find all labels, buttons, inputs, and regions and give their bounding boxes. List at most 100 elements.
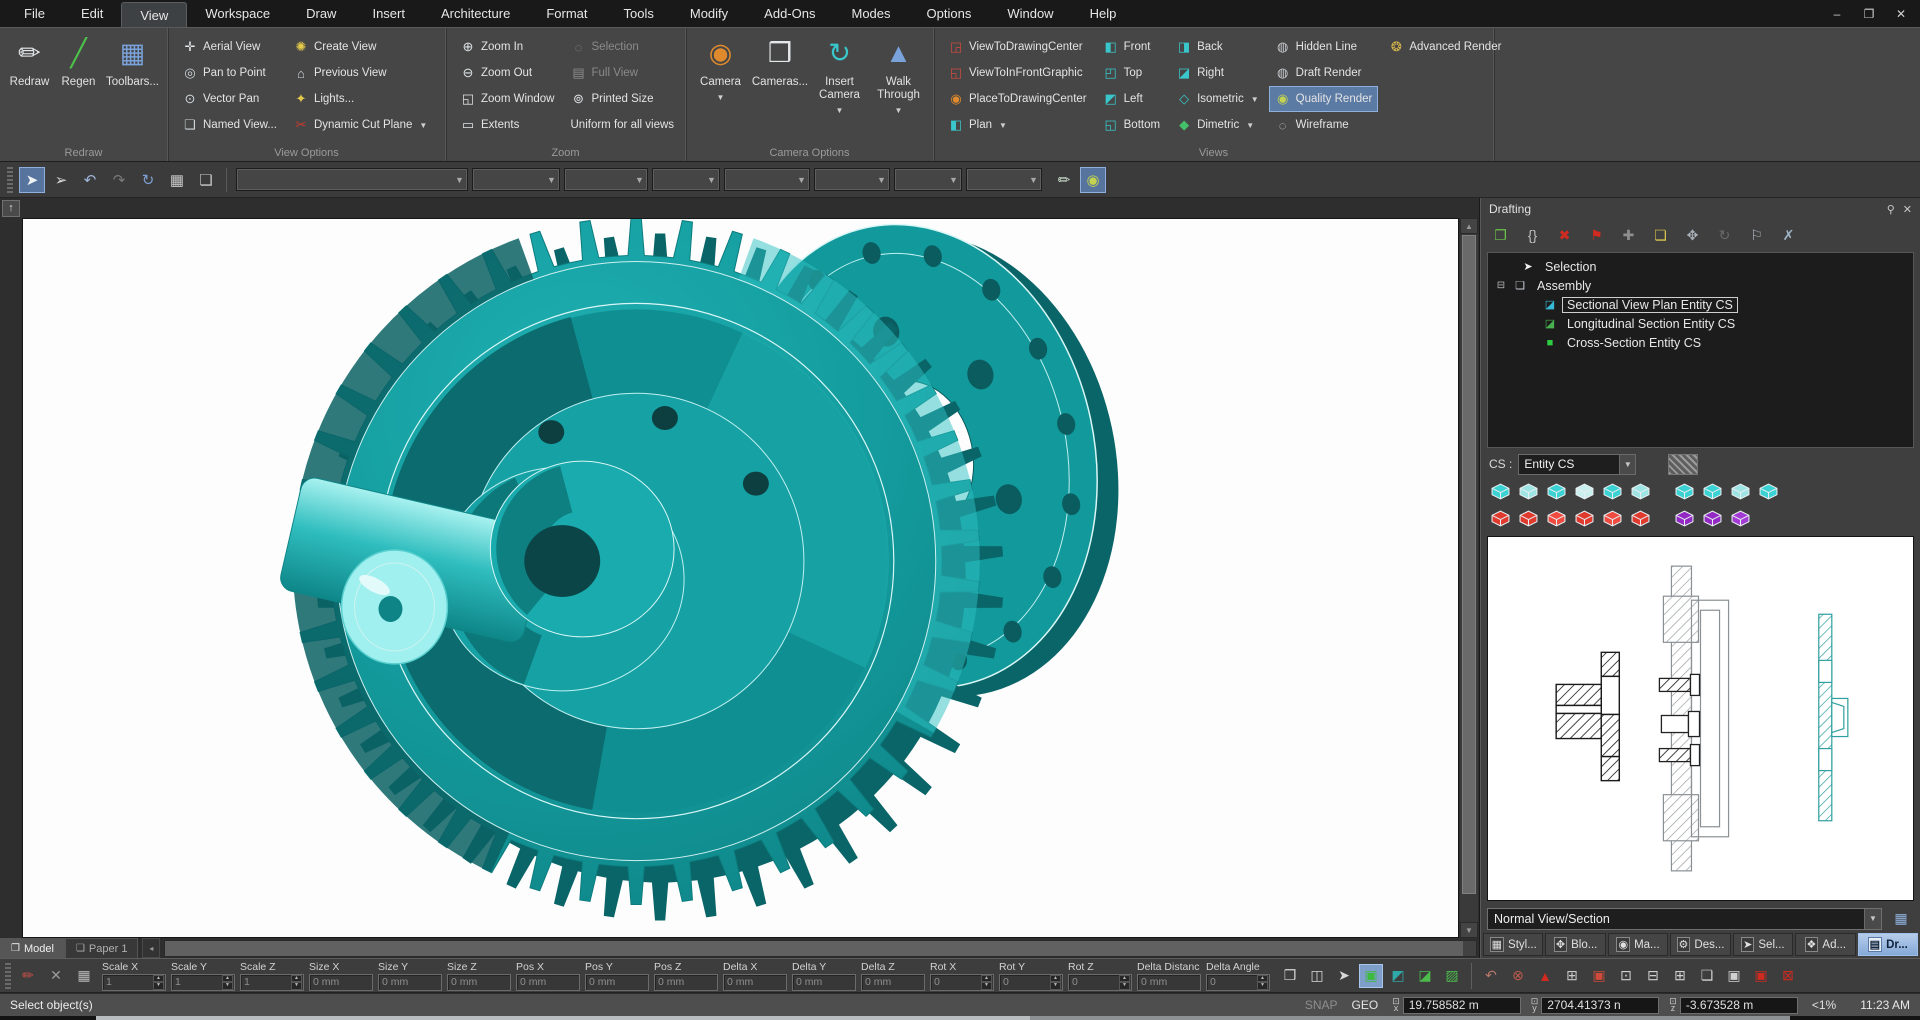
ribbon-button[interactable]: ❒ Cameras... ▼ xyxy=(753,32,807,145)
panel-tab[interactable]: ❖ Ad... xyxy=(1795,933,1855,956)
snap-tool-button[interactable]: ⊞ xyxy=(1560,964,1584,988)
ribbon-item[interactable]: ◎ Pan to Point ▼ xyxy=(176,60,283,86)
ribbon-item[interactable]: Uniform for all views ▼ xyxy=(565,112,681,138)
ribbon-button[interactable]: ↻ Insert Camera ▼ xyxy=(813,32,866,145)
command-prompt[interactable]: Select object(s) xyxy=(10,998,93,1012)
horizontal-scrollbar[interactable] xyxy=(164,940,1477,957)
ribbon-item[interactable]: ▭ Extents ▼ xyxy=(454,112,561,138)
snap-tool-button[interactable]: ◪ xyxy=(1413,964,1437,988)
ribbon-item[interactable]: ⊕ Zoom In ▼ xyxy=(454,34,561,60)
menu-item[interactable]: Draw xyxy=(288,0,354,27)
combo-box[interactable]: ▼ xyxy=(966,168,1042,191)
spinner[interactable]: ▲▼ xyxy=(1257,975,1268,990)
close-icon[interactable]: ✕ xyxy=(1903,203,1912,216)
cs-cube-button[interactable] xyxy=(1699,507,1725,531)
ribbon-item[interactable]: ▤ Full View ▼ xyxy=(565,60,681,86)
ribbon-item[interactable]: ⊚ Printed Size ▼ xyxy=(565,86,681,112)
cs-cube-button[interactable] xyxy=(1571,480,1597,504)
panel-tab[interactable]: ▦ Styl... xyxy=(1483,933,1543,956)
snap-tool-button[interactable]: ⊞ xyxy=(1668,964,1692,988)
cs-cube-button[interactable] xyxy=(1627,507,1653,531)
toolbar-icon-button[interactable]: ↷ xyxy=(106,167,132,193)
menu-item[interactable]: Workspace xyxy=(187,0,288,27)
panel-tool-button[interactable]: ✗ xyxy=(1775,223,1802,247)
tree-item[interactable]: ◪ Sectional View Plan Entity CS xyxy=(1488,295,1913,314)
spinner[interactable]: ▲▼ xyxy=(1119,975,1130,990)
cs-cube-button[interactable] xyxy=(1487,480,1513,504)
snap-tool-button[interactable] xyxy=(1471,963,1472,989)
snap-tool-button[interactable]: ▨ xyxy=(1440,964,1464,988)
field-input[interactable]: 0 mm ▲▼ xyxy=(792,974,856,991)
ribbon-item[interactable]: ◱ Zoom Window ▼ xyxy=(454,86,561,112)
menu-item[interactable]: Modify xyxy=(672,0,746,27)
panel-tool-button[interactable]: ✚ xyxy=(1615,223,1642,247)
panel-tab[interactable]: ➤ Sel... xyxy=(1733,933,1793,956)
combo-box[interactable]: ▼ xyxy=(564,168,648,191)
menu-item[interactable]: Tools xyxy=(606,0,672,27)
ribbon-item[interactable]: ◧ Front ▼ xyxy=(1097,34,1166,60)
ribbon-item[interactable]: ⌂ Previous View ▼ xyxy=(287,60,433,86)
spinner[interactable]: ▲▼ xyxy=(981,975,992,990)
sheet-tab[interactable]: ❒ Model xyxy=(0,938,65,958)
ribbon-item[interactable]: ◰ Top ▼ xyxy=(1097,60,1166,86)
ribbon-button[interactable]: ▦ Toolbars... ▼ xyxy=(106,32,159,145)
ribbon-button[interactable]: ▲ Walk Through ▼ xyxy=(872,32,925,145)
ribbon-item[interactable]: ✺ Create View ▼ xyxy=(287,34,433,60)
panel-tool-button[interactable]: ⚑ xyxy=(1583,223,1610,247)
ribbon-item[interactable]: ◍ Draft Render ▼ xyxy=(1269,60,1379,86)
field-input[interactable]: 0 mm ▲▼ xyxy=(585,974,649,991)
toolbar-grip[interactable] xyxy=(7,167,13,193)
ribbon-item[interactable]: ✂ Dynamic Cut Plane ▼ xyxy=(287,112,433,138)
combo-box[interactable]: ▼ xyxy=(472,168,560,191)
toolbar-icon-button[interactable]: ◉ xyxy=(1080,167,1106,193)
cs-cube-button[interactable] xyxy=(1699,480,1725,504)
toolbar-icon-button[interactable]: ▦ xyxy=(164,167,190,193)
ribbon-item[interactable]: ◌ Selection ▼ xyxy=(565,34,681,60)
ribbon-item[interactable]: ⊖ Zoom Out ▼ xyxy=(454,60,561,86)
ribbon-item[interactable]: ✦ Lights... ▼ xyxy=(287,86,433,112)
ribbon-item[interactable]: ◍ Hidden Line ▼ xyxy=(1269,34,1379,60)
snap-tool-button[interactable]: ⊗ xyxy=(1506,964,1530,988)
menu-item[interactable]: File xyxy=(6,0,63,27)
properties-icon-button[interactable]: ▦ xyxy=(72,964,96,988)
cs-cube-button[interactable] xyxy=(1627,480,1653,504)
toolbar-icon-button[interactable]: ➤ xyxy=(19,167,45,193)
spinner[interactable]: ▲▼ xyxy=(1050,975,1061,990)
cs-cube-button[interactable] xyxy=(1515,480,1541,504)
menu-item[interactable]: Add-Ons xyxy=(746,0,833,27)
menu-item[interactable]: Architecture xyxy=(423,0,528,27)
ucs-origin-button[interactable]: ↑ xyxy=(2,200,20,217)
cs-cube-button[interactable] xyxy=(1671,507,1697,531)
ribbon-item[interactable]: ◲ ViewToDrawingCenter ▼ xyxy=(942,34,1093,60)
field-input[interactable]: 0 mm ▲▼ xyxy=(378,974,442,991)
toolbar-icon-button[interactable]: ↶ xyxy=(77,167,103,193)
cs-cube-button[interactable] xyxy=(1543,480,1569,504)
toolbar-grip[interactable] xyxy=(5,963,11,989)
ribbon-item[interactable]: ❏ Named View... ▼ xyxy=(176,112,283,138)
snap-tool-button[interactable]: ▲ xyxy=(1533,964,1557,988)
field-input[interactable]: 0 ▲▼ xyxy=(930,974,994,991)
snap-tool-button[interactable]: ◫ xyxy=(1305,964,1329,988)
ribbon-button[interactable]: ◉ Camera ▼ xyxy=(694,32,747,145)
ribbon-item[interactable]: ◩ Left ▼ xyxy=(1097,86,1166,112)
snap-tool-button[interactable]: ⊠ xyxy=(1776,964,1800,988)
field-input[interactable]: 0 ▲▼ xyxy=(999,974,1063,991)
field-input[interactable]: 1 ▲▼ xyxy=(171,974,235,991)
toolbar-icon-button[interactable]: ✏ xyxy=(1051,167,1077,193)
field-input[interactable]: 0 ▲▼ xyxy=(1068,974,1132,991)
tab-nav-left-icon[interactable]: ◂ xyxy=(142,938,160,958)
menu-item[interactable]: Insert xyxy=(354,0,423,27)
tree-item[interactable]: ◪ Longitudinal Section Entity CS xyxy=(1488,314,1913,333)
ribbon-item[interactable]: ◱ Bottom ▼ xyxy=(1097,112,1166,138)
panel-tool-button[interactable]: ✥ xyxy=(1679,223,1706,247)
scroll-thumb[interactable] xyxy=(1462,235,1476,894)
ribbon-item[interactable]: ◉ Quality Render ▼ xyxy=(1269,86,1379,112)
field-input[interactable]: 0 mm ▲▼ xyxy=(447,974,511,991)
ribbon-item[interactable]: ⊙ Vector Pan ▼ xyxy=(176,86,283,112)
tree-item[interactable]: ■ Cross-Section Entity CS xyxy=(1488,333,1913,352)
snap-toggle[interactable]: SNAP xyxy=(1305,998,1338,1012)
cs-cube-button[interactable] xyxy=(1571,507,1597,531)
combo-box[interactable]: ▼ xyxy=(814,168,890,191)
cs-cube-button[interactable] xyxy=(1727,507,1753,531)
panel-tool-button[interactable]: {} xyxy=(1519,223,1546,247)
